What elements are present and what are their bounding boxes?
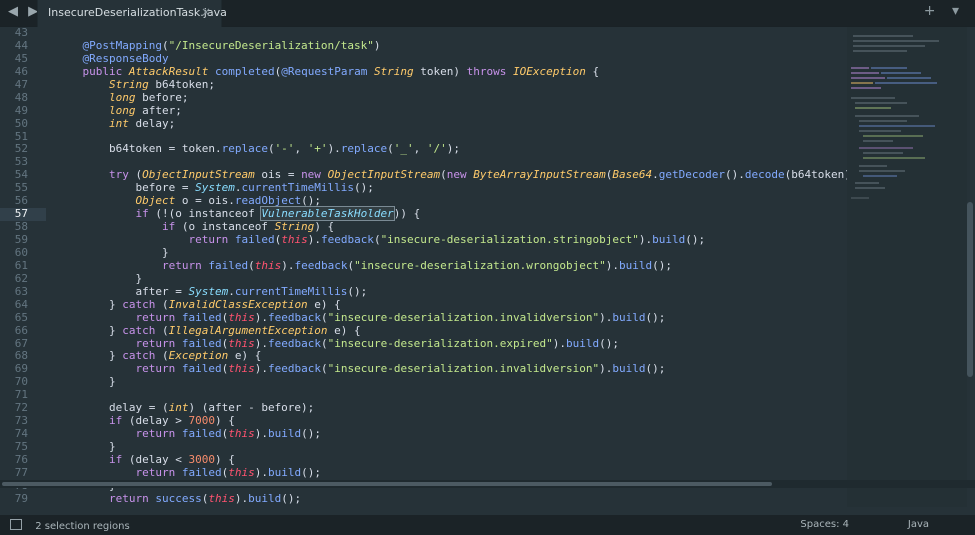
code-line: return failed(this).feedback("insecure-d…: [135, 362, 666, 376]
editor-window: ◀ ▶ InsecureDeserializationTask.java × +…: [0, 0, 975, 535]
line-number: 48: [14, 90, 28, 104]
status-bar: 2 selection regions Spaces: 4 Java: [0, 515, 975, 535]
line-number: 43: [14, 27, 28, 39]
code-line: }: [56, 271, 143, 285]
line-number: 44: [14, 38, 28, 52]
back-icon[interactable]: ◀: [8, 4, 21, 19]
line-number: 79: [14, 491, 28, 505]
line-number: 46: [14, 64, 28, 78]
code-line: long before;: [108, 90, 189, 104]
code-view[interactable]: @PostMapping("/InsecureDeserialization/t…: [56, 27, 848, 507]
line-number: 62: [14, 271, 28, 285]
editor-area[interactable]: 43 44 45 46 47 48 49 50 51 52 53 54 55 56 57 58 59 60 61 62…: [0, 27, 975, 507]
code-line: return failed(this).build();: [135, 465, 321, 479]
panel-toggle-icon[interactable]: [10, 519, 22, 530]
vertical-scrollbar-thumb[interactable]: [967, 202, 973, 377]
line-number: 50: [14, 116, 28, 130]
line-number: 64: [14, 297, 28, 311]
line-number: 47: [14, 77, 28, 91]
tab-actions: + ▾: [924, 3, 965, 19]
line-number: 65: [14, 310, 28, 324]
line-number: 61: [14, 258, 28, 272]
status-left: 2 selection regions: [10, 519, 130, 532]
code-line: return success(this).build();: [108, 491, 302, 505]
line-number: 77: [14, 465, 28, 479]
indentation-status[interactable]: Spaces: 4: [800, 519, 849, 530]
code-line: }: [56, 375, 116, 389]
line-number: 75: [14, 440, 28, 453]
add-tab-icon[interactable]: +: [924, 3, 942, 19]
line-number: 66: [14, 323, 28, 337]
line-number: 63: [14, 284, 28, 298]
code-line: int delay;: [108, 116, 176, 130]
horizontal-scrollbar-thumb[interactable]: [2, 482, 772, 486]
selection-status: 2 selection regions: [35, 521, 130, 532]
horizontal-scrollbar[interactable]: [0, 480, 975, 488]
close-icon[interactable]: ×: [201, 5, 211, 19]
line-number: 59: [14, 233, 28, 246]
code-line: return failed(this).feedback("insecure-d…: [188, 233, 706, 246]
code-line: }: [56, 440, 116, 453]
minimap[interactable]: [847, 27, 967, 507]
tab-menu-icon[interactable]: ▾: [952, 3, 965, 19]
line-number: 60: [14, 245, 28, 259]
code-line: return failed(this).feedback("insecure-d…: [161, 258, 672, 272]
line-number: 49: [14, 103, 28, 117]
line-number: 45: [14, 51, 28, 65]
code-line: public AttackResult completed(@RequestPa…: [82, 64, 600, 78]
tab-bar: ◀ ▶ InsecureDeserializationTask.java × +…: [0, 0, 975, 27]
code-line: b64token = token.replace('-', '+').repla…: [56, 142, 461, 156]
code-line: String b64token;: [108, 77, 215, 91]
line-number-gutter: 43 44 45 46 47 48 49 50 51 52 53 54 55 56 57 58 59 60 61 62…: [0, 27, 46, 507]
syntax-status[interactable]: Java: [908, 519, 929, 530]
code-line: long after;: [108, 103, 182, 117]
code-line: @PostMapping("/InsecureDeserialization/t…: [82, 38, 381, 52]
active-tab[interactable]: InsecureDeserializationTask.java ×: [37, 0, 227, 27]
line-number: 76: [14, 452, 28, 466]
code-line: return failed(this).build();: [135, 427, 321, 441]
